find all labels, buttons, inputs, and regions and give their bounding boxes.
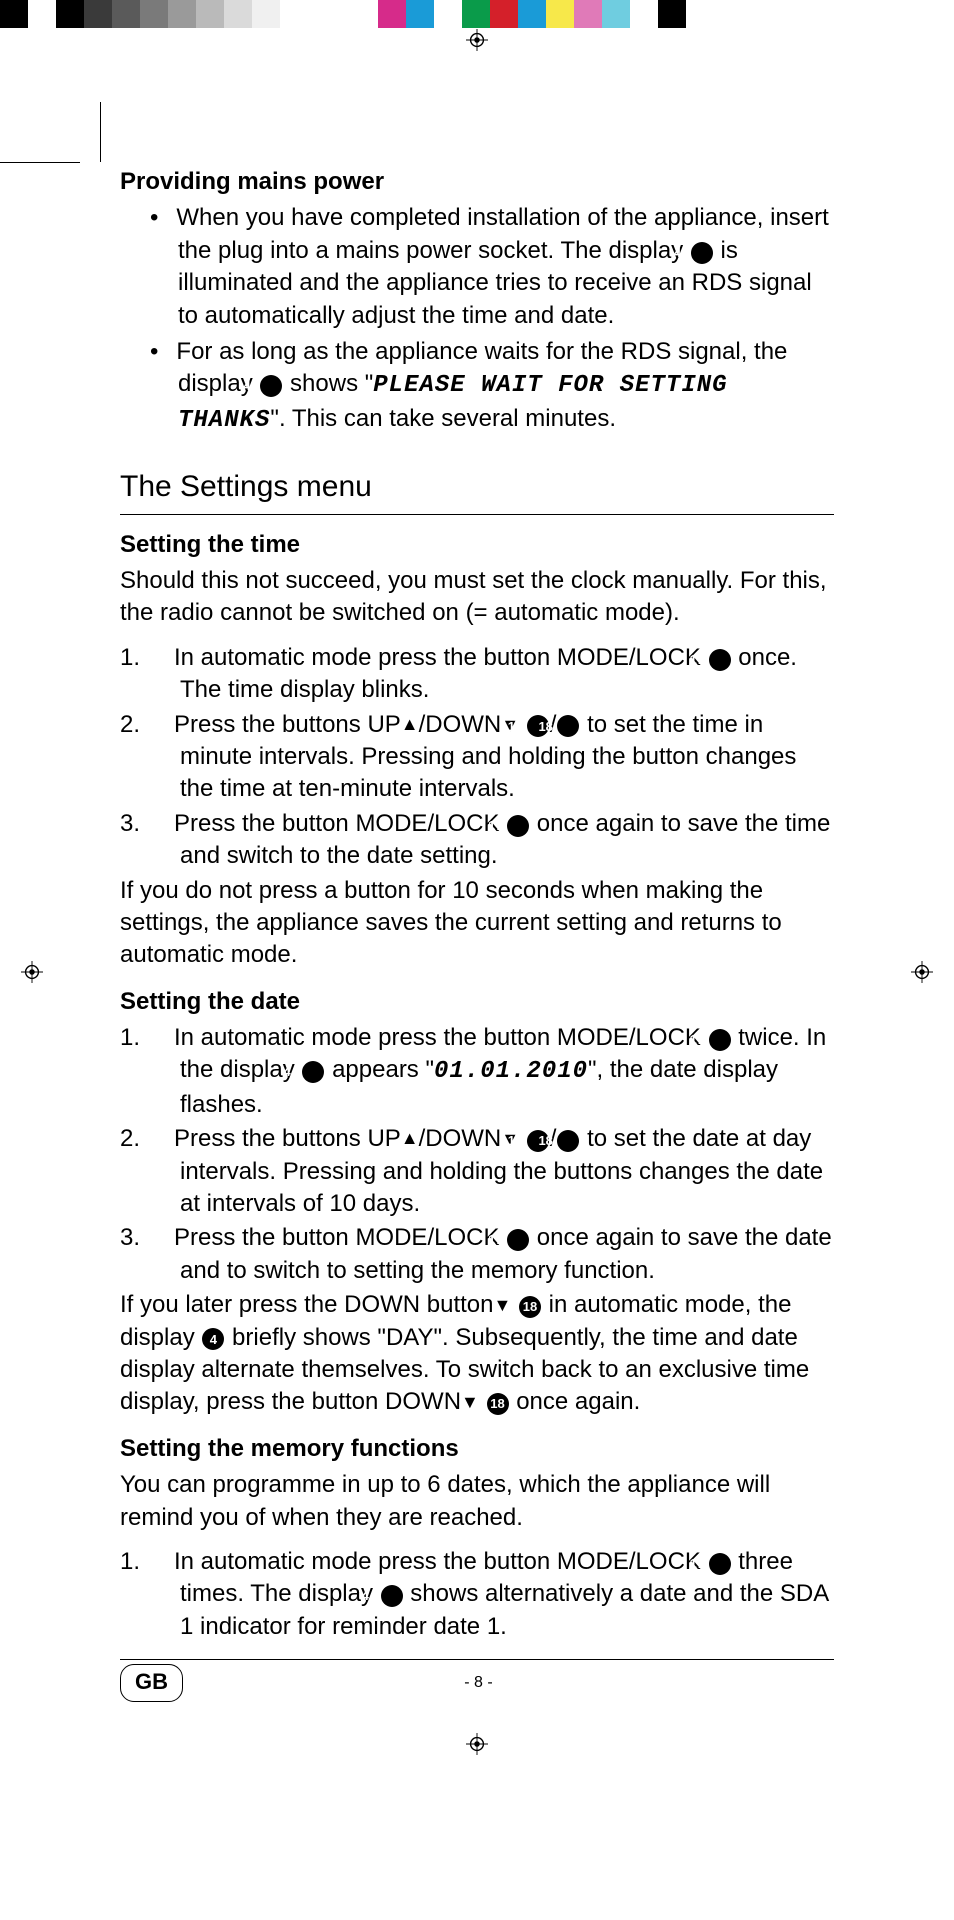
paragraph: If you do not press a button for 10 seco…	[120, 875, 834, 972]
ref-badge-17: 17	[709, 1553, 731, 1575]
triangle-up-icon	[401, 711, 419, 738]
mains-power-list: When you have completed installation of …	[120, 202, 834, 437]
page-number: - 8 -	[123, 1672, 834, 1694]
ref-badge-18: 18	[557, 715, 579, 737]
triangle-up-icon	[401, 1125, 419, 1152]
triangle-down-icon	[461, 1388, 479, 1415]
list-item: 1.In automatic mode press the button MOD…	[150, 1022, 834, 1121]
ref-badge-4: 4	[381, 1585, 403, 1607]
heading-settings-menu: The Settings menu	[120, 467, 834, 515]
ref-badge-4: 4	[302, 1061, 324, 1083]
ref-badge-4: 4	[260, 375, 282, 397]
ref-badge-18: 18	[519, 1296, 541, 1318]
list-item: 1.In automatic mode press the button MOD…	[150, 642, 834, 707]
memory-steps: 1.In automatic mode press the button MOD…	[120, 1546, 834, 1643]
ref-badge-18: 18	[557, 1130, 579, 1152]
ref-badge-18: 18	[487, 1393, 509, 1415]
paragraph: Should this not succeed, you must set th…	[120, 565, 834, 630]
list-item: 3.Press the button MODE/LOCK 17 once aga…	[150, 1222, 834, 1287]
crop-marks	[0, 52, 954, 122]
heading-setting-date: Setting the date	[120, 986, 834, 1018]
ref-badge-17: 17	[507, 815, 529, 837]
registration-mark-top	[0, 28, 954, 52]
registration-mark-right	[910, 960, 934, 984]
ref-badge-4: 4	[691, 242, 713, 264]
heading-setting-time: Setting the time	[120, 529, 834, 561]
page-footer: GB - 8 -	[120, 1659, 834, 1702]
list-item: 3.Press the button MODE/LOCK 17 once aga…	[150, 808, 834, 873]
list-item: 2.Press the buttons UP/DOWN 19/18 to set…	[150, 1123, 834, 1220]
paragraph: You can programme in up to 6 dates, whic…	[120, 1469, 834, 1534]
printer-color-bar	[0, 0, 954, 28]
paragraph: If you later press the DOWN button 18 in…	[120, 1289, 834, 1419]
heading-mains-power: Providing mains power	[120, 166, 834, 198]
list-item: When you have completed installation of …	[150, 202, 834, 332]
time-steps: 1.In automatic mode press the button MOD…	[120, 642, 834, 873]
registration-mark-left	[20, 960, 44, 984]
page-content: Providing mains power When you have comp…	[0, 122, 954, 1712]
heading-memory-functions: Setting the memory functions	[120, 1433, 834, 1465]
ref-badge-17: 17	[709, 649, 731, 671]
lcd-text: 01.01.2010	[434, 1058, 588, 1085]
list-item: For as long as the appliance waits for t…	[150, 336, 834, 437]
ref-badge-4: 4	[202, 1328, 224, 1350]
list-item: 2.Press the buttons UP/DOWN 19/18 to set…	[150, 709, 834, 806]
date-steps: 1.In automatic mode press the button MOD…	[120, 1022, 834, 1287]
ref-badge-17: 17	[507, 1229, 529, 1251]
ref-badge-17: 17	[709, 1029, 731, 1051]
triangle-down-icon	[494, 1291, 512, 1318]
registration-mark-bottom	[0, 1732, 954, 1756]
list-item: 1.In automatic mode press the button MOD…	[150, 1546, 834, 1643]
